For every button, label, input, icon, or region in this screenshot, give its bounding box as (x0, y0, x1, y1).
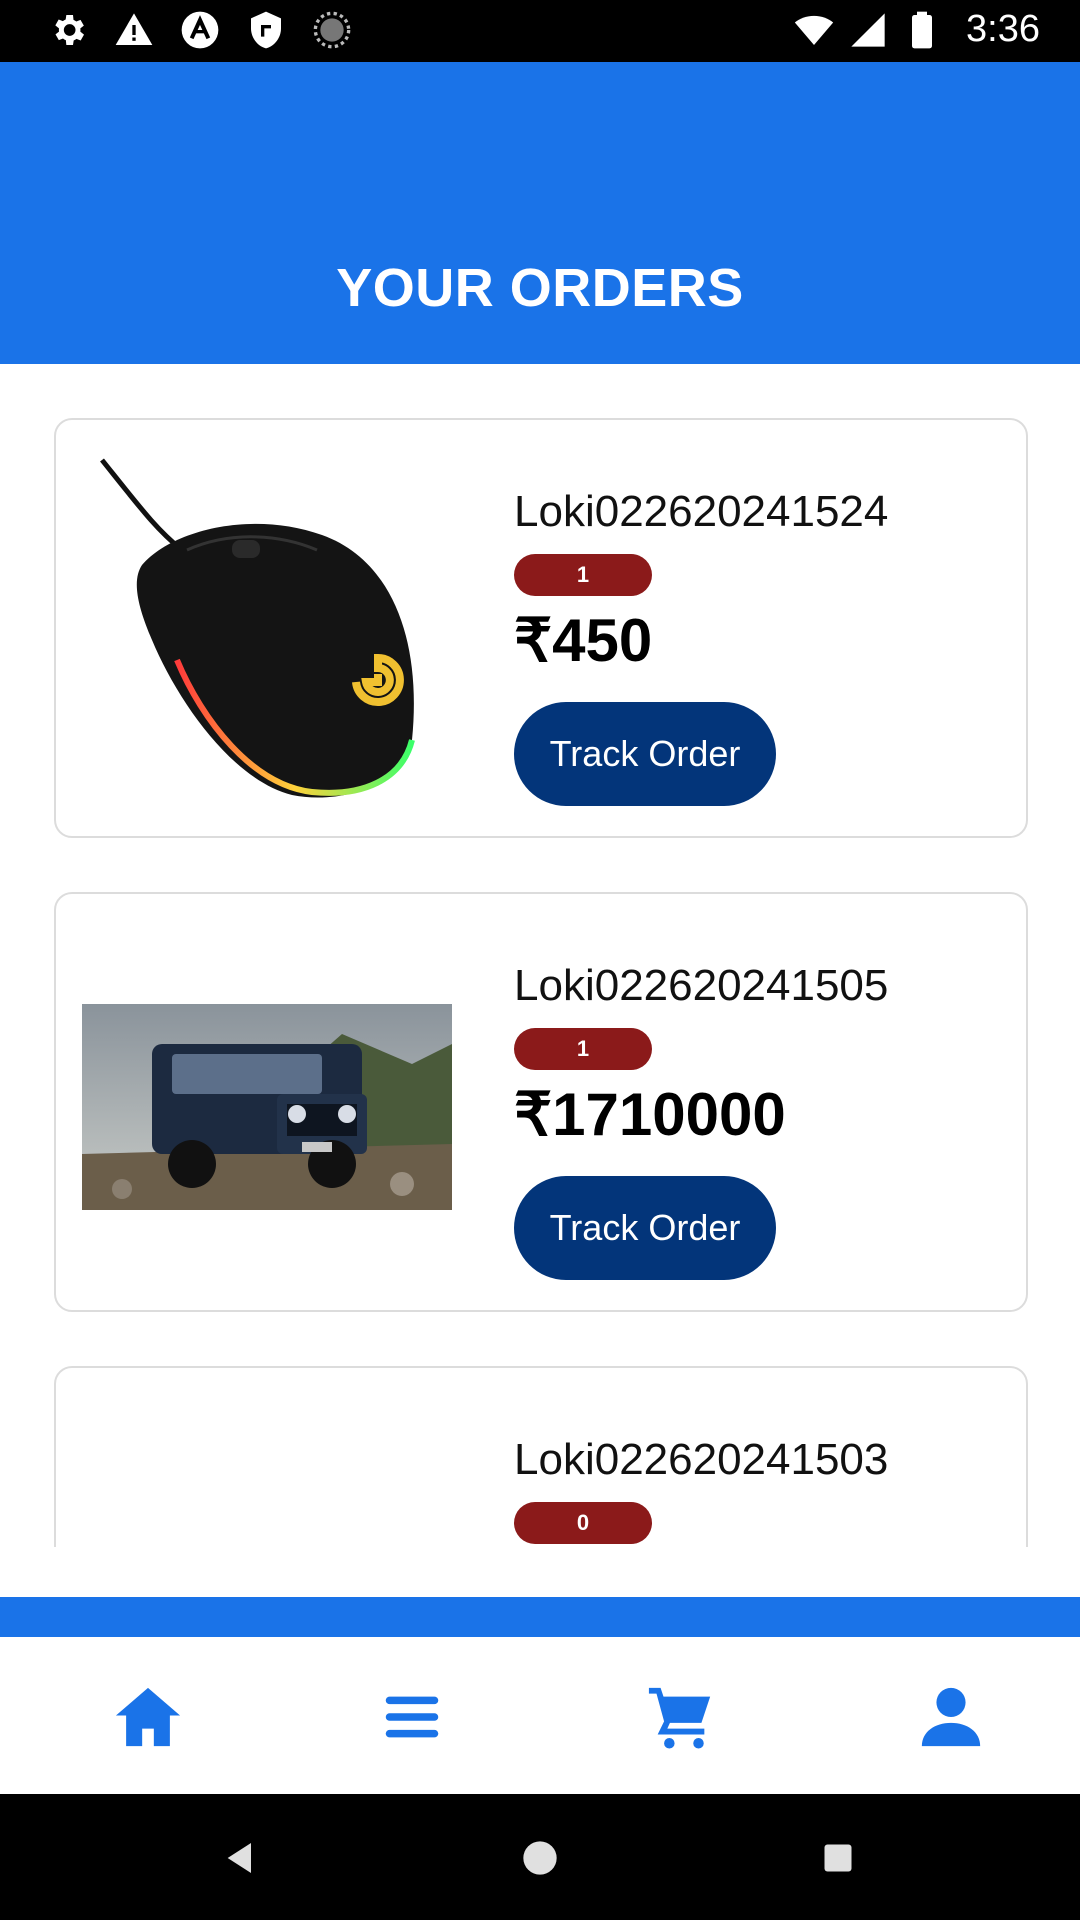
cart-icon (648, 1687, 711, 1749)
order-info: Loki022620241503 0 (514, 1436, 994, 1544)
bottom-nav (0, 1637, 1080, 1794)
status-time: 3:36 (966, 8, 1040, 50)
orders-list[interactable]: Loki022620241524 1 ₹450 Track Order Loki… (0, 364, 1080, 1547)
suv-image (82, 1004, 452, 1210)
track-order-button[interactable]: Track Order (514, 702, 776, 806)
menu-icon (385, 1696, 439, 1738)
sync-icon (313, 11, 351, 49)
order-price: ₹1710000 (514, 1081, 786, 1148)
nav-home[interactable] (108, 1677, 188, 1757)
order-id: Loki022620241503 (514, 1435, 889, 1484)
page-title: YOUR ORDERS (336, 258, 744, 318)
app-header: YOUR ORDERS (0, 62, 1080, 364)
order-id: Loki022620241505 (514, 961, 889, 1010)
quantity-badge: 1 (514, 554, 652, 596)
system-recents-button[interactable] (808, 1828, 868, 1888)
system-home-button[interactable] (510, 1828, 570, 1888)
order-info: Loki022620241505 1 ₹1710000 Track Order (514, 962, 994, 1280)
order-card[interactable]: Loki022620241505 1 ₹1710000 Track Order (54, 892, 1028, 1312)
warning-icon (115, 13, 153, 46)
battery-icon (912, 11, 933, 48)
settings-icon (55, 15, 84, 45)
nav-menu[interactable] (372, 1677, 452, 1757)
quantity-badge: 1 (514, 1028, 652, 1070)
status-bar: 3:36 (0, 0, 1080, 62)
home-icon (115, 1687, 181, 1747)
nav-profile[interactable] (911, 1677, 991, 1757)
react-icon (181, 11, 219, 49)
home-circle-icon (523, 1841, 557, 1875)
system-nav-bar (0, 1794, 1080, 1920)
track-order-button[interactable]: Track Order (514, 1176, 776, 1280)
shield-icon (251, 11, 281, 49)
profile-icon (921, 1687, 981, 1747)
recents-icon (824, 1844, 852, 1872)
order-card[interactable]: Loki022620241503 0 (54, 1366, 1028, 1547)
nav-cart[interactable] (641, 1677, 721, 1757)
wifi-icon (794, 15, 834, 45)
bottom-accent-bar (0, 1597, 1080, 1637)
order-card[interactable]: Loki022620241524 1 ₹450 Track Order (54, 418, 1028, 838)
order-price: ₹450 (514, 607, 653, 674)
system-back-button[interactable] (211, 1828, 271, 1888)
quantity-badge: 0 (514, 1502, 652, 1544)
gaming-mouse-image (100, 458, 415, 798)
signal-icon (851, 12, 885, 47)
order-info: Loki022620241524 1 ₹450 Track Order (514, 488, 994, 806)
order-id: Loki022620241524 (514, 487, 889, 536)
back-icon (227, 1843, 251, 1873)
